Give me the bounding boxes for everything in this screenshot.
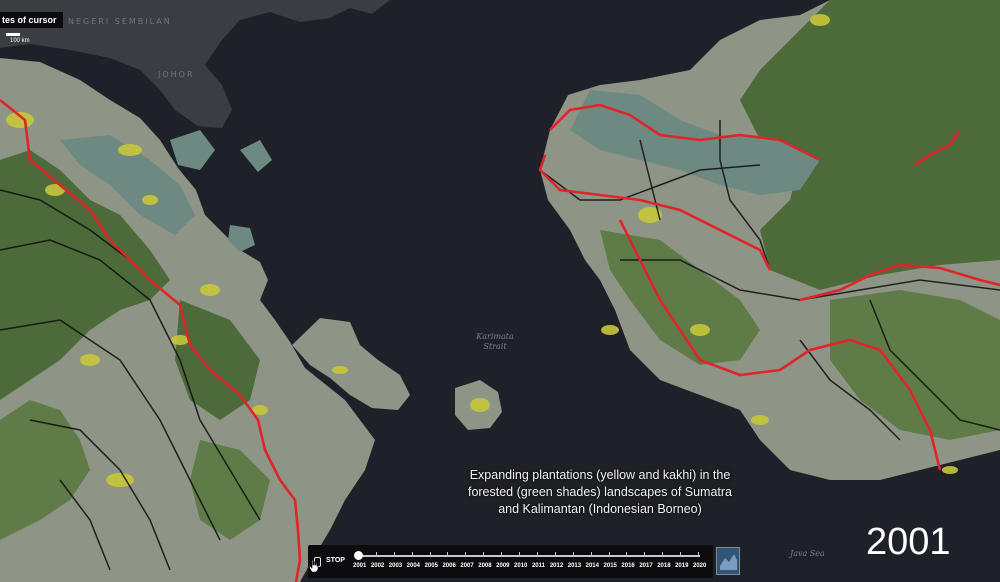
timeline-tick bbox=[608, 552, 610, 556]
timeline-thumb[interactable] bbox=[354, 551, 363, 560]
timeline-tick bbox=[644, 552, 646, 556]
timeline-year-2008[interactable]: 2008 bbox=[478, 563, 491, 569]
timeline-tick bbox=[698, 552, 699, 556]
stop-button-label: STOP bbox=[326, 557, 345, 564]
sea-label-java-sea: Java Sea bbox=[790, 549, 825, 558]
timeline-year-2012[interactable]: 2012 bbox=[550, 563, 563, 569]
timeline-control: STOP 2001 2002 2003 2004 2005 2006 2007 2008 200… bbox=[308, 545, 713, 578]
timeline-tick bbox=[375, 552, 377, 556]
timeline-year-2015[interactable]: 2015 bbox=[604, 563, 617, 569]
timeline-year-2011[interactable]: 2011 bbox=[532, 563, 545, 569]
timeline-year-2020[interactable]: 2020 bbox=[693, 563, 706, 569]
timeline-year-labels: 2001 2002 2003 2004 2005 2006 2007 2008 2009 2010… bbox=[353, 563, 713, 573]
current-year-display: 2001 bbox=[866, 521, 951, 563]
sea-label-karimata-strait: Karimata Strait bbox=[476, 332, 514, 351]
timeline-year-2013[interactable]: 2013 bbox=[568, 563, 581, 569]
timeline-tick bbox=[447, 552, 449, 556]
caption-line-2: forested (green shades) landscapes of Su… bbox=[467, 485, 733, 499]
timeline-year-2009[interactable]: 2009 bbox=[496, 563, 509, 569]
timeline-tick bbox=[501, 552, 503, 556]
cursor-coordinates-box[interactable]: tes of cursor bbox=[0, 12, 63, 28]
timeline-track[interactable] bbox=[358, 555, 700, 557]
timeline-tick bbox=[662, 552, 664, 556]
timeline-tick bbox=[411, 552, 413, 556]
timeline-tick bbox=[680, 552, 682, 556]
timeline-tick bbox=[519, 552, 521, 556]
timeline-year-2014[interactable]: 2014 bbox=[586, 563, 599, 569]
hand-cursor-icon bbox=[308, 559, 319, 573]
timeline-tick bbox=[393, 552, 395, 556]
map-caption: Expanding plantations (yellow and kakhi)… bbox=[450, 467, 750, 518]
timeline-tick bbox=[554, 552, 556, 556]
timeline-tick bbox=[590, 552, 592, 556]
timeline-year-2016[interactable]: 2016 bbox=[621, 563, 634, 569]
timeline-year-2005[interactable]: 2005 bbox=[425, 563, 438, 569]
timeline-tick bbox=[626, 552, 628, 556]
place-label-negeri-sembilan: Negeri Sembilan bbox=[68, 17, 172, 26]
scale-bar-line bbox=[6, 33, 20, 36]
timeline-year-2004[interactable]: 2004 bbox=[407, 563, 420, 569]
scale-bar-label: 100 km bbox=[10, 38, 30, 44]
basemap-switch-button[interactable] bbox=[716, 547, 740, 575]
timeline-tick bbox=[572, 552, 574, 556]
timeline-year-2010[interactable]: 2010 bbox=[514, 563, 527, 569]
timeline-year-2002[interactable]: 2002 bbox=[371, 563, 384, 569]
basemap-thumbnail-icon bbox=[717, 548, 739, 574]
timeline-tick bbox=[483, 552, 485, 556]
timeline-year-2018[interactable]: 2018 bbox=[657, 563, 670, 569]
timeline-year-2006[interactable]: 2006 bbox=[442, 563, 455, 569]
scale-bar: 100 km bbox=[6, 33, 30, 44]
timeline-tick bbox=[536, 552, 538, 556]
caption-line-3: and Kalimantan (Indonesian Borneo) bbox=[498, 502, 702, 516]
caption-line-1: Expanding plantations (yellow and kakhi)… bbox=[469, 468, 731, 482]
timeline-tick bbox=[429, 552, 431, 556]
coordinates-label: tes of cursor bbox=[2, 15, 57, 25]
timeline-year-2001[interactable]: 2001 bbox=[353, 563, 366, 569]
timeline-year-2007[interactable]: 2007 bbox=[460, 563, 473, 569]
place-label-johor: Johor bbox=[158, 70, 195, 79]
timeline-year-2017[interactable]: 2017 bbox=[639, 563, 652, 569]
timeline-year-2019[interactable]: 2019 bbox=[675, 563, 688, 569]
timeline-year-2003[interactable]: 2003 bbox=[389, 563, 402, 569]
timeline-tick bbox=[465, 552, 467, 556]
